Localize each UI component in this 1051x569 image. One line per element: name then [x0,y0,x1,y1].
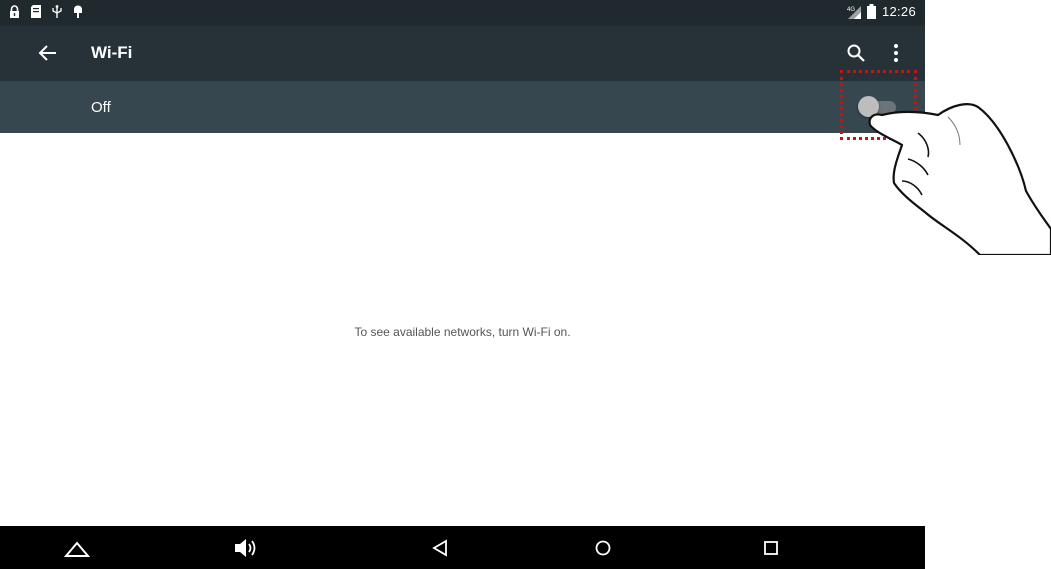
wifi-switch-bar[interactable]: Off [0,81,925,133]
home-icon[interactable] [589,534,617,562]
empty-state-message: To see available networks, turn Wi-Fi on… [354,325,571,339]
status-bar: 4G 12:26 [0,0,925,26]
battery-icon [866,4,876,19]
search-icon[interactable] [846,43,866,63]
android-debug-icon [74,5,82,18]
lock-icon [10,5,19,18]
recents-icon[interactable] [757,534,785,562]
status-time: 12:26 [881,4,916,19]
android-screen: 4G 12:26 Wi-Fi Off To see available netw… [0,0,925,569]
wifi-switch-label: Off [91,99,111,116]
navigation-bar [0,526,925,569]
svg-text:4G: 4G [847,7,855,13]
back-icon[interactable] [427,534,455,562]
collapse-icon[interactable] [63,534,91,562]
status-icons-left [9,5,83,18]
pointing-hand-icon [868,103,1051,255]
usb-icon [52,5,62,18]
page-title: Wi-Fi [91,43,133,62]
app-toolbar: Wi-Fi [0,26,925,81]
sd-card-icon [31,5,41,18]
overflow-menu-icon[interactable] [886,42,906,64]
status-icons-right: 4G 12:26 [847,4,916,19]
signal-icon: 4G [847,5,861,19]
back-arrow-icon[interactable] [37,42,59,64]
volume-icon[interactable] [232,534,260,562]
